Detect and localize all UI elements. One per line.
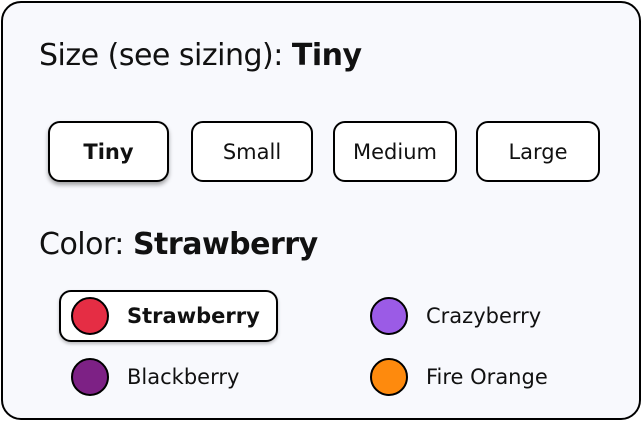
color-heading-label: Color: (39, 227, 124, 262)
color-swatch-dot (71, 297, 109, 335)
color-option-label: Crazyberry (426, 304, 542, 328)
color-option-fire-orange[interactable]: Fire Orange (358, 351, 578, 403)
color-option-label: Blackberry (127, 365, 240, 389)
size-option-large[interactable]: Large (476, 121, 600, 182)
color-swatch-dot (370, 358, 408, 396)
color-swatch-dot (71, 358, 109, 396)
selected-color-value: Strawberry (132, 227, 318, 262)
size-option-tiny[interactable]: Tiny (48, 121, 169, 182)
size-heading-label: Size (see sizing): (39, 38, 283, 73)
color-option-blackberry[interactable]: Blackberry (59, 351, 278, 403)
color-swatch-dot (370, 297, 408, 335)
color-option-crazyberry[interactable]: Crazyberry (358, 290, 568, 342)
selected-size-value: Tiny (291, 38, 362, 73)
color-option-label: Strawberry (127, 304, 260, 328)
size-option-small[interactable]: Small (191, 121, 313, 182)
size-option-medium[interactable]: Medium (333, 121, 457, 182)
color-option-label: Fire Orange (426, 365, 548, 389)
color-heading: Color: Strawberry (39, 227, 318, 262)
color-option-strawberry[interactable]: Strawberry (59, 290, 278, 342)
product-options-card: Size (see sizing): Tiny Tiny Small Mediu… (1, 1, 641, 420)
size-heading: Size (see sizing): Tiny (39, 38, 362, 73)
